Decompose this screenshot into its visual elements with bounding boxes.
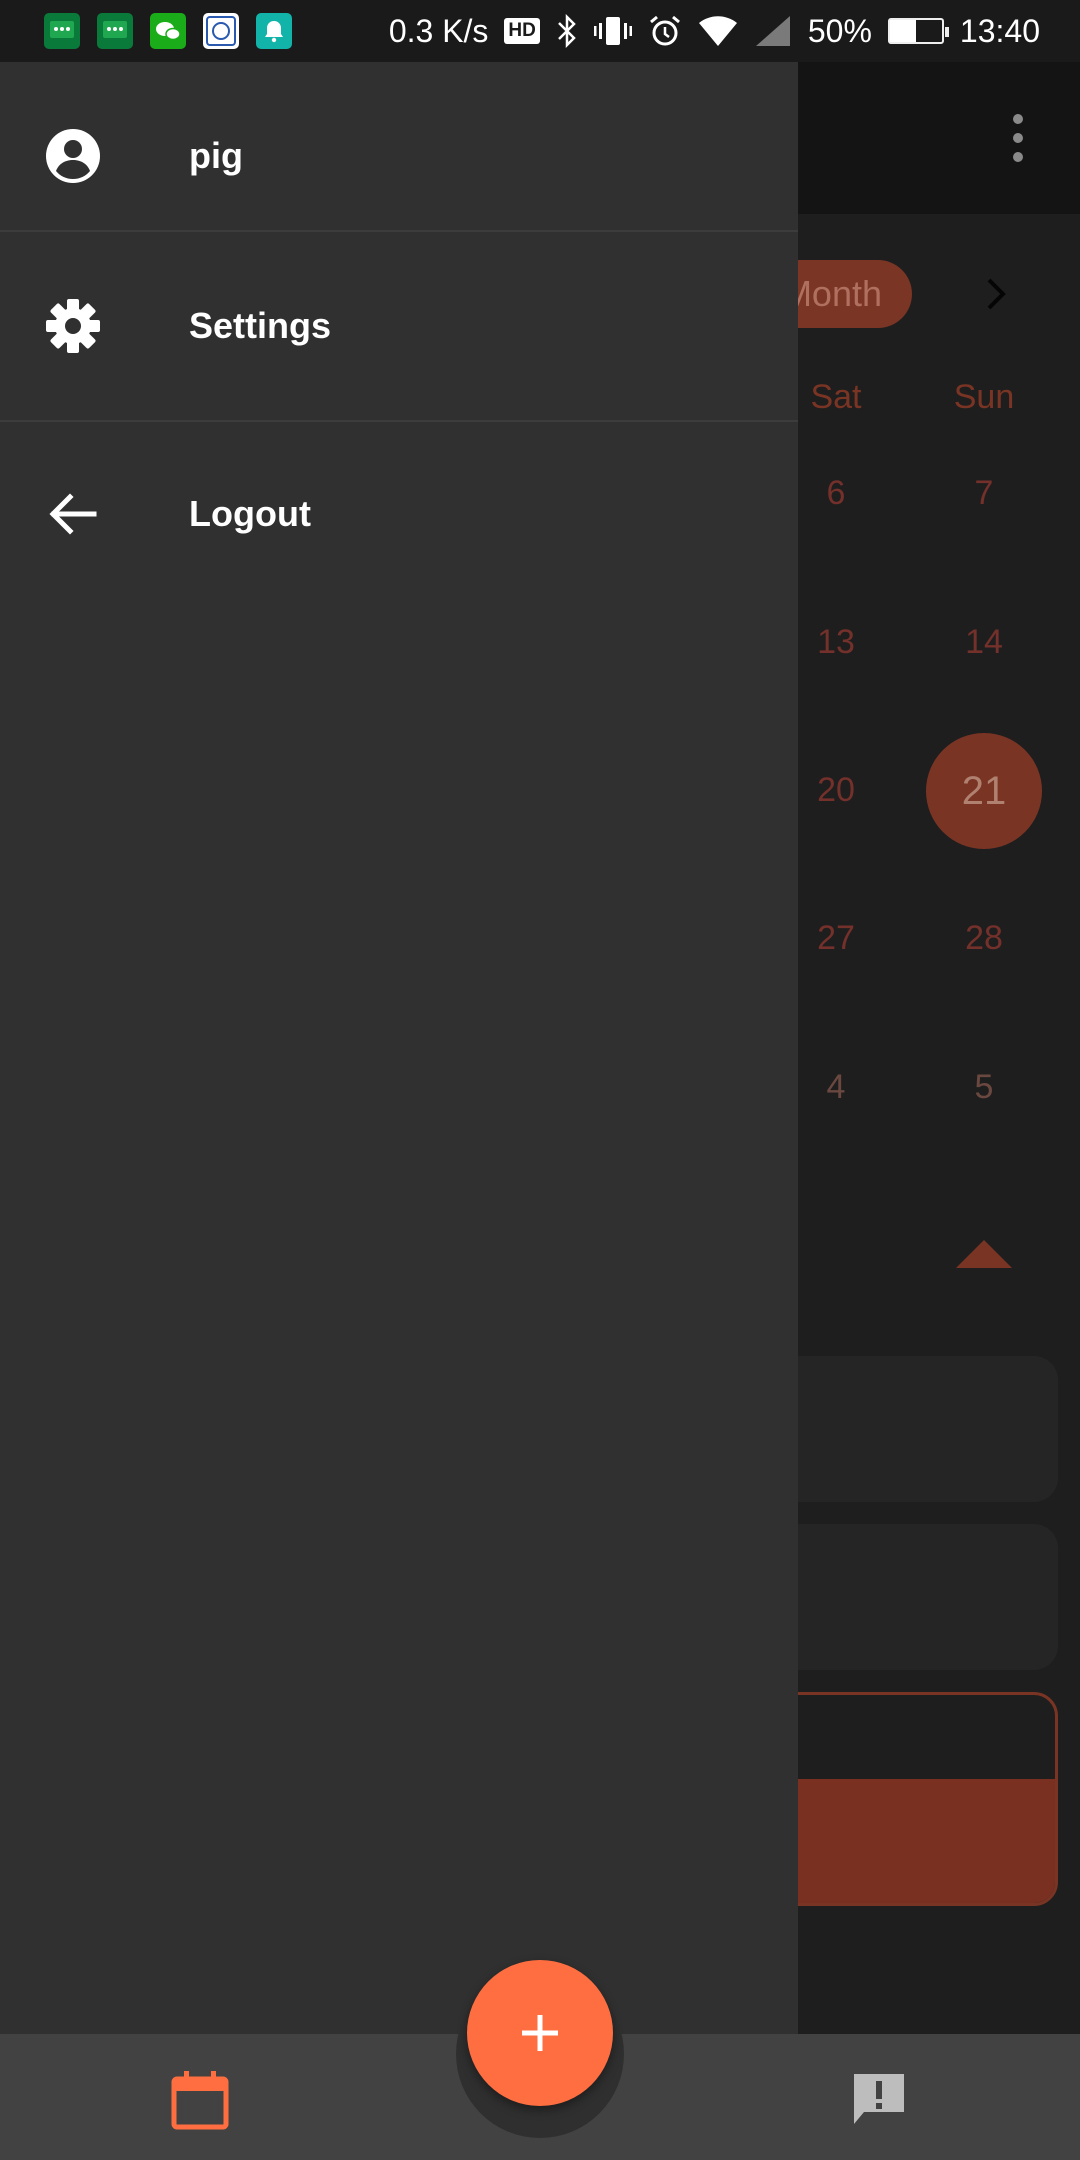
calendar-icon[interactable]: [170, 2070, 230, 2132]
notification-icons: [44, 13, 292, 49]
plus-icon: [522, 2015, 558, 2051]
more-options-icon[interactable]: [1008, 114, 1028, 162]
vibrate-icon: [593, 17, 632, 45]
message-icon: [97, 13, 133, 49]
calendar-day[interactable]: 7: [924, 474, 1044, 513]
weekday-sun: Sun: [953, 378, 1015, 416]
alarm-icon: [649, 15, 680, 46]
feedback-icon[interactable]: [850, 2070, 908, 2128]
calendar-day[interactable]: 28: [924, 919, 1044, 958]
bluetooth-icon: [557, 14, 576, 48]
gear-icon: [46, 299, 100, 353]
battery-icon: [887, 18, 949, 44]
signal-icon: [755, 16, 790, 46]
wifi-icon: [698, 16, 737, 46]
drawer-item-logout[interactable]: Logout: [0, 420, 798, 608]
drawer-item-label: pig: [189, 135, 243, 176]
calendar-day[interactable]: 14: [924, 623, 1044, 662]
bell-icon: [256, 13, 292, 49]
drawer-item-settings[interactable]: Settings: [0, 232, 798, 420]
message-icon: [44, 13, 80, 49]
status-indicators: 0.3 K/s HD 50% 13:40: [389, 0, 1040, 62]
status-bar: 0.3 K/s HD 50% 13:40: [0, 0, 1080, 62]
clock: 13:40: [959, 12, 1040, 49]
wechat-icon: [150, 13, 186, 49]
next-month-icon[interactable]: [982, 276, 1012, 312]
navigation-drawer: pig Settings Logout: [0, 62, 798, 2034]
arrow-left-icon: [49, 493, 97, 535]
net-speed: 0.3 K/s: [388, 12, 489, 49]
drawer-item-label: Logout: [189, 493, 311, 534]
add-event-button[interactable]: [467, 1960, 613, 2106]
collapse-calendar-icon[interactable]: [956, 1240, 1012, 1268]
battery-level: [889, 20, 916, 42]
battery-percent: 50%: [807, 12, 872, 49]
account-circle-icon: [46, 129, 100, 183]
calendar-day[interactable]: 5: [924, 1068, 1044, 1107]
app-icon: [203, 13, 239, 49]
calendar-day-today[interactable]: 21: [926, 733, 1042, 849]
drawer-item-account[interactable]: pig: [0, 62, 798, 250]
hd-icon: HD: [504, 18, 540, 44]
drawer-item-label: Settings: [189, 305, 332, 346]
